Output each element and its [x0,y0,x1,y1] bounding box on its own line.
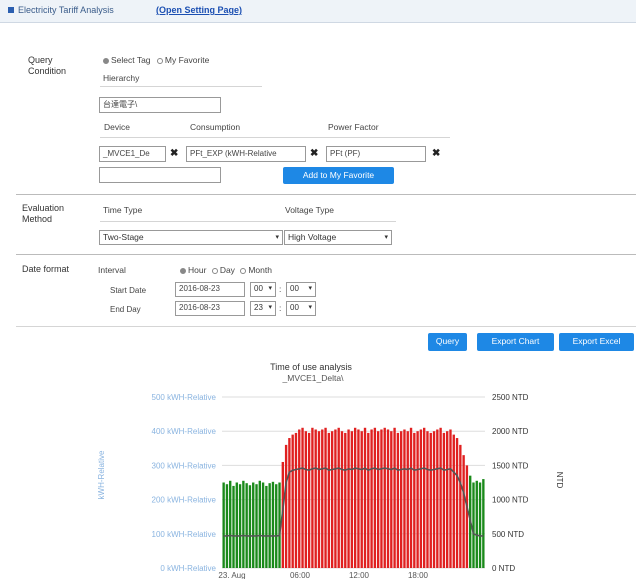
chart-bar [330,431,334,568]
chart-bar [307,432,311,568]
y-right-tick-label: 2500 NTD [492,393,529,402]
chart-bar [465,465,469,568]
chart-bar [409,427,413,568]
chart-bar [390,431,393,568]
y-left-tick-label: 300 kWH-Relative [152,461,217,470]
chart-bar [304,431,308,568]
chart-bar [301,427,304,568]
chart-bar [416,431,419,568]
chart-bar [344,432,347,568]
chart-bar [373,427,377,568]
x-tick-label: 18:00 [408,571,429,579]
chart-bar [396,432,400,568]
chart-bar [446,431,449,568]
x-tick-label: 12:00 [349,571,370,579]
chart-bar [252,482,255,568]
chart-bar [340,431,344,568]
chart-bar [291,434,294,568]
chart-bar [452,434,455,568]
chart-bar [439,427,442,568]
y-left-tick-label: 0 kWH-Relative [160,564,216,573]
chart-bar [403,429,406,568]
chart-bar [311,427,314,568]
chart-bar [442,432,446,568]
chart-bar [436,429,439,568]
chart-bar [327,432,331,568]
chart-bar [271,481,275,568]
chart-bar [235,482,238,568]
chart-bar [363,427,367,568]
chart-bar [376,431,380,568]
chart-bar [337,427,340,568]
chart-bar [367,432,370,568]
chart-bar [380,429,383,568]
y-right-tick-label: 500 NTD [492,530,524,539]
chart-bar [298,429,301,568]
chart-bar [242,480,245,568]
chart-bar [459,444,462,568]
chart-bar [357,429,360,568]
y-axis-left-label: kWH-Relative [97,450,106,499]
y-left-tick-label: 100 kWH-Relative [152,530,217,539]
chart-bar [455,438,459,568]
chart-bar [265,485,268,568]
y-left-tick-label: 500 kWH-Relative [152,393,217,402]
chart-bar [294,432,298,568]
x-tick-label: 06:00 [290,571,311,579]
y-right-tick-label: 1000 NTD [492,496,529,505]
y-right-tick-label: 2000 NTD [492,427,529,436]
chart-bar [288,438,291,568]
chart-bar [422,427,426,568]
chart-bar [386,429,390,568]
chart-bar [229,480,232,568]
chart-bar [472,482,475,568]
chart-bar [232,485,235,568]
chart-bar [475,480,478,568]
chart-bar [419,429,423,568]
chart-bar [324,427,327,568]
chart-bar [261,482,265,568]
chart-bar [222,482,225,568]
chart-bar [350,431,354,568]
chart-bar [393,427,396,568]
chart-bar [245,483,248,568]
chart-bar [255,484,258,568]
chart-bar [314,429,317,568]
y-axis-right-label: NTD [555,472,564,489]
chart-bar [406,431,409,568]
chart-bar [383,427,386,568]
chart-bar [258,480,261,568]
chart-bar [353,427,357,568]
chart-bar [413,432,416,568]
chart-bar [321,429,324,568]
chart-subtitle: _MVCE1_Delta\ [282,373,345,383]
chart-bar [432,431,436,568]
chart-bar [238,484,242,568]
chart-bar [317,431,321,568]
tou-chart: Time of use analysis _MVCE1_Delta\ 0 kWH… [97,362,564,579]
y-left-tick-label: 200 kWH-Relative [152,496,217,505]
chart-bar [478,482,482,568]
y-left-tick-label: 400 kWH-Relative [152,427,217,436]
chart-bar [462,455,465,568]
chart-title: Time of use analysis [270,362,352,372]
chart-bar [426,431,429,568]
chart-bar [347,429,350,568]
x-tick-label: 23. Aug [218,571,245,579]
chart-bar [429,432,432,568]
chart-bar [334,429,337,568]
y-right-tick-label: 1500 NTD [492,461,529,470]
chart-bar [482,479,485,568]
chart-bar [248,485,252,568]
chart-bar [360,431,363,568]
chart-bar [268,483,271,568]
chart-bar [284,444,288,568]
chart-bar [449,429,452,568]
chart-bar [225,484,229,568]
chart-bar [275,484,278,568]
chart-bar [399,431,403,568]
chart-bar [370,429,373,568]
y-right-tick-label: 0 NTD [492,564,515,573]
